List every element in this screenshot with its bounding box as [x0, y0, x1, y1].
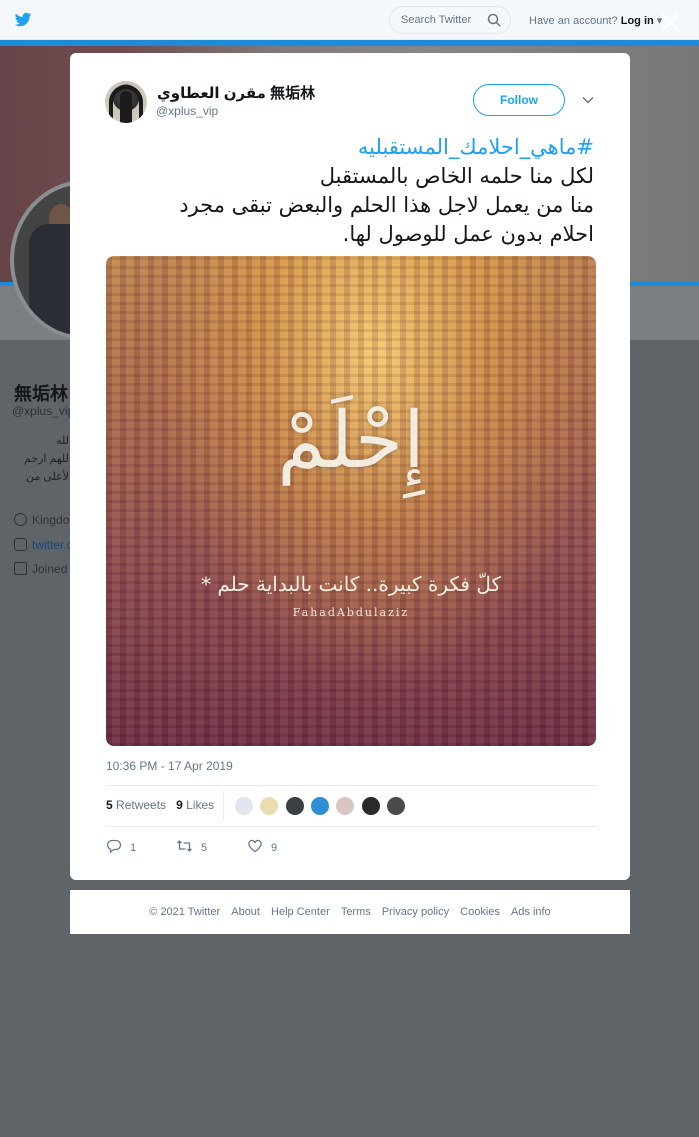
likes-stat[interactable]: 9 Likes [176, 798, 214, 812]
top-nav-bar: Search Twitter Have an account? Log in ▾ [0, 0, 699, 40]
liker-4-avatar[interactable] [309, 796, 330, 816]
retweet-count: 5 [201, 842, 208, 854]
tweet-line: منا من يعمل لاجل هذا الحلم والبعض تبقى م… [179, 193, 594, 217]
follow-button[interactable]: Follow [473, 84, 565, 116]
liker-7-avatar[interactable] [385, 796, 406, 816]
retweet-stat[interactable]: 5 Retweets [106, 798, 166, 812]
have-account-text: Have an account? [529, 15, 618, 27]
liker-3-avatar[interactable] [284, 796, 305, 816]
tweet-timestamp[interactable]: 10:36 PM - 17 Apr 2019 [106, 759, 233, 773]
bio-line: اللهم ارحم [24, 453, 72, 465]
tweet-actions: 1 5 9 [106, 838, 356, 854]
footer-privacy-link[interactable]: Privacy policy [382, 906, 449, 918]
liker-1-avatar[interactable] [234, 796, 254, 816]
search-input[interactable]: Search Twitter [389, 6, 511, 34]
account-prompt: Have an account? Log in ▾ [529, 14, 662, 27]
retweets-count: 5 [106, 798, 113, 812]
bio-line: الأعلى من [25, 471, 72, 483]
tweet-image[interactable]: إِحْلَمْ كلّ فكرة كبيرة.. كانت بالبداية … [106, 256, 596, 746]
profile-joined: Joined [14, 562, 67, 576]
login-link[interactable]: Log in [621, 15, 654, 27]
tweet-text: #ماهي_احلامك_المستقبليه لكل منا حلمه الخ… [106, 133, 594, 249]
stats-divider [223, 791, 224, 821]
footer: © 2021 Twitter About Help Center Terms P… [70, 890, 630, 934]
profile-bio: الله اللهم ارحم الأعلى من [12, 432, 72, 486]
footer-links: © 2021 Twitter About Help Center Terms P… [70, 906, 630, 918]
search-placeholder: Search Twitter [401, 14, 472, 26]
author-screen-name[interactable]: @xplus_vip [156, 104, 218, 118]
image-calligraphy: إِحْلَمْ [277, 396, 425, 486]
profile-link[interactable]: twitter.c [14, 538, 73, 552]
close-icon[interactable] [658, 10, 682, 34]
joined-text: Joined [32, 562, 68, 576]
likes-label: Likes [186, 798, 215, 812]
divider [106, 785, 596, 786]
search-icon[interactable] [487, 13, 501, 27]
retweet-icon [177, 840, 192, 852]
author-avatar[interactable] [105, 81, 147, 123]
chevron-down-icon[interactable] [582, 94, 594, 106]
calendar-icon [14, 562, 27, 575]
likes-count: 9 [176, 798, 183, 812]
profile-handle: @xplus_vip [12, 404, 75, 418]
link-icon [14, 538, 27, 551]
reply-icon [107, 839, 122, 854]
location-icon [14, 513, 27, 526]
like-button[interactable]: 9 [247, 838, 277, 854]
location-text: Kingdo [32, 513, 70, 527]
hashtag-link[interactable]: #ماهي_احلامك_المستقبليه [106, 133, 594, 162]
profile-location: Kingdo [14, 513, 69, 527]
profile-name: 無垢林 [14, 384, 68, 404]
twitter-logo-icon[interactable] [14, 11, 32, 29]
liker-6-avatar[interactable] [360, 796, 381, 816]
tweet-line: لكل منا حلمه الخاص بالمستقبل [319, 164, 594, 188]
tweet-stats: 5 Retweets 9 Likes [106, 798, 214, 812]
image-signature: FahadAbdulaziz [292, 606, 410, 619]
footer-help-link[interactable]: Help Center [271, 906, 330, 918]
reply-count: 1 [130, 842, 137, 854]
divider [106, 826, 596, 827]
retweets-label: Retweets [116, 798, 167, 812]
author-display-name[interactable]: مقرن العطاوي 無垢林 [157, 82, 315, 103]
avatar-figure [120, 91, 132, 123]
image-cityscape [106, 256, 596, 746]
bio-line: الله [56, 435, 72, 447]
like-count: 9 [271, 842, 278, 854]
retweet-button[interactable]: 5 [176, 838, 207, 854]
footer-terms-link[interactable]: Terms [341, 906, 371, 918]
footer-cookies-link[interactable]: Cookies [460, 906, 500, 918]
footer-ads-link[interactable]: Ads info [511, 906, 551, 918]
footer-about-link[interactable]: About [231, 906, 260, 918]
footer-copyright: © 2021 Twitter [149, 906, 221, 918]
image-caption: كلّ فكرة كبيرة.. كانت بالبداية حلم * [201, 572, 501, 596]
reply-button[interactable]: 1 [106, 838, 136, 854]
tweet-line: احلام بدون عمل للوصول لها. [342, 222, 594, 246]
heart-icon [248, 839, 262, 853]
link-text[interactable]: twitter.c [32, 538, 73, 552]
